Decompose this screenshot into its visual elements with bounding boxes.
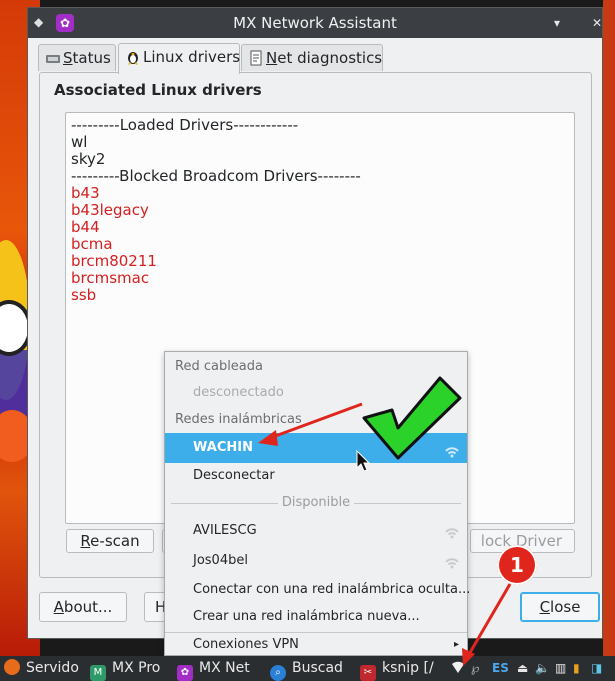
list-item: brcmsmac: [71, 269, 150, 287]
network-item-jos04bel[interactable]: Jos04bel: [165, 548, 467, 574]
create-network-item[interactable]: Crear una red inalámbrica nueva...: [165, 604, 467, 630]
list-item: b44: [71, 218, 100, 236]
tab-linux-drivers[interactable]: Linux drivers: [118, 43, 240, 74]
tab-status[interactable]: Status: [38, 44, 116, 71]
taskbar-item-mx-net[interactable]: ✿ MX Net: [177, 656, 250, 681]
window-title: MX Network Assistant: [233, 14, 397, 32]
about-button[interactable]: About...: [39, 592, 127, 622]
taskbar-item-mx-pro[interactable]: M MX Pro: [90, 656, 160, 681]
eject-icon[interactable]: ⏏: [517, 660, 528, 677]
list-item: wl: [71, 133, 88, 151]
list-item: ---------Blocked Broadcom Drivers-------…: [71, 167, 361, 185]
language-indicator[interactable]: ES: [492, 660, 509, 677]
annotation-badge: 1: [497, 545, 537, 585]
tab-net-diagnostics[interactable]: Net diagnostics: [241, 44, 383, 71]
taskbar-item-servido[interactable]: Servido: [4, 656, 79, 681]
firefox-icon: [4, 659, 20, 675]
tray-app-icon[interactable]: ▥: [555, 660, 566, 677]
list-item: b43legacy: [71, 201, 149, 219]
wireless-section-header: Redes inalámbricas: [175, 412, 302, 427]
network-menu: Red cableada desconectado Redes inalámbr…: [164, 351, 470, 658]
battery-icon[interactable]: ▮: [573, 660, 580, 677]
volume-icon[interactable]: 🔈: [535, 660, 550, 677]
ksnip-icon: ✂: [360, 665, 376, 681]
disconnect-item[interactable]: Desconectar: [165, 463, 467, 489]
available-separator-label: Disponible: [165, 495, 467, 510]
list-item: b43: [71, 184, 100, 202]
close-button[interactable]: Close: [520, 592, 600, 622]
connect-hidden-network-item[interactable]: Conectar con una red inalámbrica oculta.…: [165, 577, 470, 603]
desktop-wallpaper-right: [603, 0, 615, 656]
panel-title: Associated Linux drivers: [54, 81, 262, 99]
tray-icon[interactable]: ℘: [471, 660, 479, 677]
taskbar: Servido M MX Pro ✿ MX Net ⌕ Buscad ✂ ksnip […: [0, 656, 615, 681]
list-item: sky2: [71, 150, 106, 168]
gear-icon: ✿: [177, 665, 193, 681]
list-item: ssb: [71, 286, 97, 304]
wifi-icon: [445, 524, 459, 539]
network-item-wachin[interactable]: WACHIN: [165, 433, 467, 463]
vpn-connections-item[interactable]: Conexiones VPN ▸: [165, 632, 467, 658]
taskbar-item-ksnip[interactable]: ✂ ksnip [/: [360, 656, 434, 681]
wifi-icon: [445, 554, 459, 569]
search-icon: ⌕: [270, 665, 286, 681]
status-icon: [45, 48, 61, 64]
submenu-arrow-icon: ▸: [453, 639, 459, 650]
wired-section-header: Red cableada: [175, 359, 263, 374]
minimize-button[interactable]: ▾: [548, 14, 566, 32]
close-window-button[interactable]: ✕: [588, 14, 606, 32]
wifi-locked-icon: [445, 441, 459, 458]
network-tray-icon[interactable]: [451, 660, 465, 677]
document-icon: [248, 48, 264, 66]
list-item: bcma: [71, 235, 113, 253]
network-item-avilescg[interactable]: AVILESCG: [165, 518, 467, 544]
tux-icon: [125, 47, 141, 65]
wired-status: desconectado: [193, 385, 284, 400]
title-bar[interactable]: ◆ ✿ MX Network Assistant ▾ ✕: [28, 8, 602, 38]
list-item: ---------Loaded Drivers------------: [71, 116, 299, 134]
clipboard-icon[interactable]: ◨: [591, 660, 602, 677]
rescan-button[interactable]: Re-scan: [66, 529, 154, 553]
taskbar-item-buscad[interactable]: ⌕ Buscad: [270, 656, 343, 681]
mx-icon: M: [90, 665, 106, 681]
list-item: brcm80211: [71, 252, 157, 270]
